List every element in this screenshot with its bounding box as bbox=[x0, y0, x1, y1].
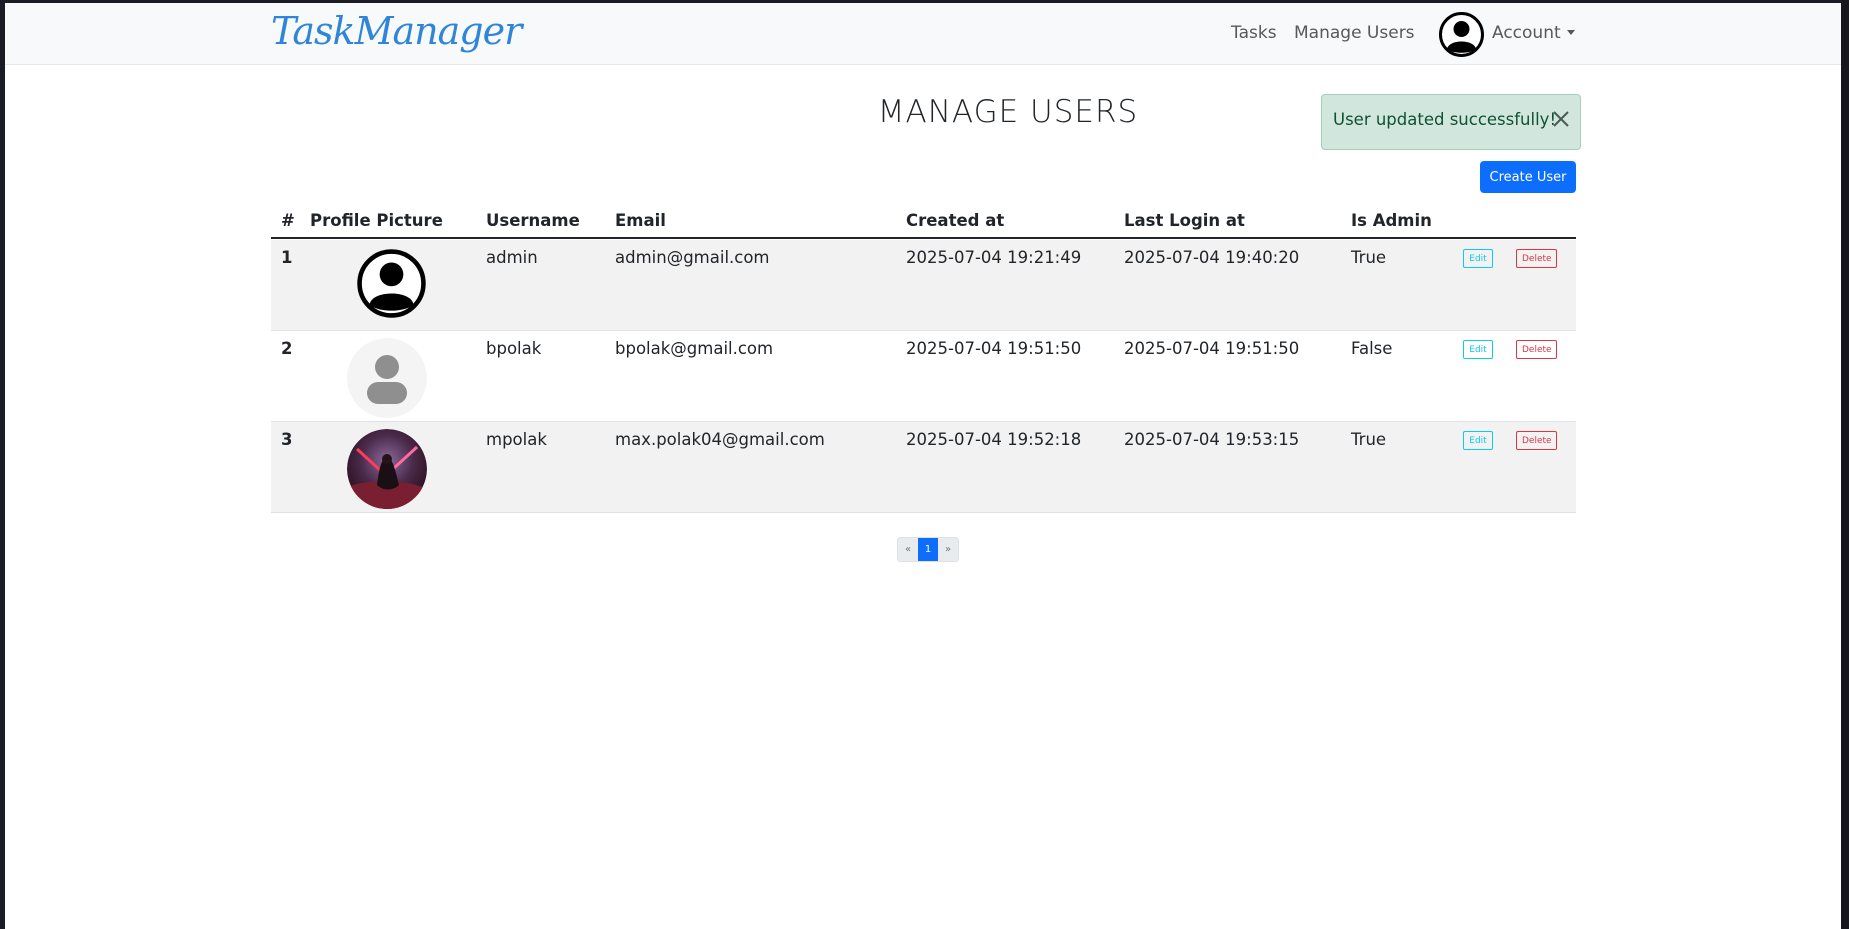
create-user-button[interactable]: Create User bbox=[1480, 161, 1576, 193]
table-row: 2 bpolak bpolak@gmail.com 2025-07-04 19:… bbox=[271, 331, 1576, 422]
header-email: Email bbox=[615, 211, 666, 230]
cell-id: 1 bbox=[281, 248, 293, 267]
cell-is-admin: True bbox=[1351, 248, 1387, 267]
header-id: # bbox=[281, 211, 295, 230]
cell-last-login: 2025-07-04 19:51:50 bbox=[1124, 339, 1300, 358]
pagination-next[interactable]: » bbox=[938, 538, 958, 561]
window-edge bbox=[1841, 0, 1849, 929]
table-row: 1 admin admin@gmail.com 2025-07-04 19:21… bbox=[271, 240, 1576, 331]
cell-email: max.polak04@gmail.com bbox=[615, 430, 825, 449]
cell-id: 3 bbox=[281, 430, 293, 449]
nav-link-manage-users[interactable]: Manage Users bbox=[1294, 23, 1415, 43]
cell-created-at: 2025-07-04 19:21:49 bbox=[906, 248, 1082, 267]
nav-link-tasks[interactable]: Tasks bbox=[1231, 23, 1277, 43]
profile-picture-default bbox=[357, 249, 426, 318]
header-username: Username bbox=[486, 211, 580, 230]
table-row: 3 mpolak max.polak04@gmail.com 2025-07-0… bbox=[271, 422, 1576, 513]
account-label: Account bbox=[1492, 23, 1561, 43]
cell-username: admin bbox=[486, 248, 538, 267]
account-dropdown[interactable]: Account bbox=[1492, 23, 1575, 43]
cell-id: 2 bbox=[281, 339, 293, 358]
profile-picture-placeholder bbox=[347, 338, 427, 418]
account-avatar-icon[interactable] bbox=[1439, 12, 1484, 57]
edit-button[interactable]: Edit bbox=[1463, 431, 1493, 450]
cell-last-login: 2025-07-04 19:53:15 bbox=[1124, 430, 1300, 449]
edit-button[interactable]: Edit bbox=[1463, 340, 1493, 359]
browser-viewport: TaskManager Tasks Manage Users Account M… bbox=[5, 3, 1841, 929]
header-last-login: Last Login at bbox=[1124, 211, 1245, 230]
cell-username: mpolak bbox=[486, 430, 547, 449]
profile-picture-artwork bbox=[347, 429, 427, 509]
header-created-at: Created at bbox=[906, 211, 1005, 230]
delete-button[interactable]: Delete bbox=[1516, 249, 1557, 268]
success-alert: User updated successfully! bbox=[1321, 94, 1581, 150]
cell-created-at: 2025-07-04 19:51:50 bbox=[906, 339, 1082, 358]
delete-button[interactable]: Delete bbox=[1516, 431, 1557, 450]
delete-button[interactable]: Delete bbox=[1516, 340, 1557, 359]
cell-created-at: 2025-07-04 19:52:18 bbox=[906, 430, 1082, 449]
cell-email: bpolak@gmail.com bbox=[615, 339, 774, 358]
pagination-prev[interactable]: « bbox=[898, 538, 918, 561]
chevron-down-icon bbox=[1566, 30, 1575, 35]
pagination-page-current[interactable]: 1 bbox=[918, 538, 938, 561]
header-is-admin: Is Admin bbox=[1351, 211, 1432, 230]
cell-last-login: 2025-07-04 19:40:20 bbox=[1124, 248, 1300, 267]
cell-email: admin@gmail.com bbox=[615, 248, 770, 267]
navbar: TaskManager Tasks Manage Users Account bbox=[5, 3, 1841, 65]
table-header: # Profile Picture Username Email Created… bbox=[271, 203, 1576, 239]
edit-button[interactable]: Edit bbox=[1463, 249, 1493, 268]
cell-is-admin: True bbox=[1351, 430, 1387, 449]
brand-logo[interactable]: TaskManager bbox=[271, 9, 522, 53]
header-profile-picture: Profile Picture bbox=[310, 211, 443, 230]
page-title-text: MANAGE USERS bbox=[877, 94, 1139, 130]
pagination: « 1 » bbox=[897, 537, 959, 562]
cell-username: bpolak bbox=[486, 339, 542, 358]
close-icon[interactable] bbox=[1548, 106, 1574, 132]
alert-message: User updated successfully! bbox=[1333, 110, 1557, 129]
cell-is-admin: False bbox=[1351, 339, 1393, 358]
